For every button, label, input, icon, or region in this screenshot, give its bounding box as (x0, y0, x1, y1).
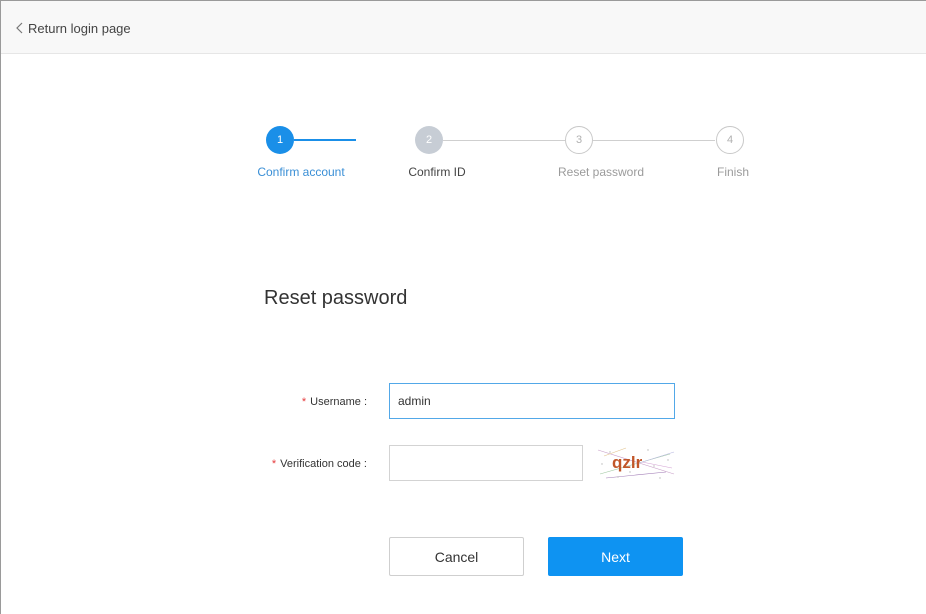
step-1-label: Confirm account (257, 165, 345, 179)
verification-code-input[interactable] (389, 445, 583, 481)
next-button[interactable]: Next (548, 537, 683, 576)
cancel-button-label: Cancel (434, 548, 479, 565)
page-title: Reset password (264, 287, 408, 309)
step-3-label: Reset password (557, 165, 645, 179)
verification-code-label: * Verification code : (272, 458, 367, 470)
username-input[interactable] (389, 383, 675, 419)
step-connector-2 (443, 140, 565, 141)
next-button-label: Next (601, 548, 630, 565)
step-2-circle: 2 (415, 126, 443, 154)
step-2-number: 2 (425, 134, 433, 146)
step-connector-1 (294, 139, 356, 141)
username-label: * Username : (302, 396, 367, 408)
username-label-text: Username : (310, 396, 367, 408)
verification-code-label-text: Verification code : (280, 458, 367, 470)
step-1-circle: 1 (266, 126, 294, 154)
step-1-number: 1 (276, 134, 284, 146)
step-connector-3 (593, 140, 715, 141)
required-mark: * (271, 458, 277, 470)
captcha-image[interactable]: qzlr (596, 444, 676, 482)
step-3-number: 3 (575, 134, 583, 146)
step-2-label: Confirm ID (408, 165, 466, 179)
step-3-circle: 3 (565, 126, 593, 154)
step-4-number: 4 (726, 134, 734, 146)
cancel-button[interactable]: Cancel (389, 537, 524, 576)
required-mark: * (301, 396, 307, 408)
progress-stepper: 1 2 3 4 Confirm account Confirm ID Reset… (0, 0, 926, 200)
step-4-label: Finish (716, 165, 750, 179)
step-4-circle: 4 (716, 126, 744, 154)
captcha-text: qzlr (612, 453, 643, 472)
